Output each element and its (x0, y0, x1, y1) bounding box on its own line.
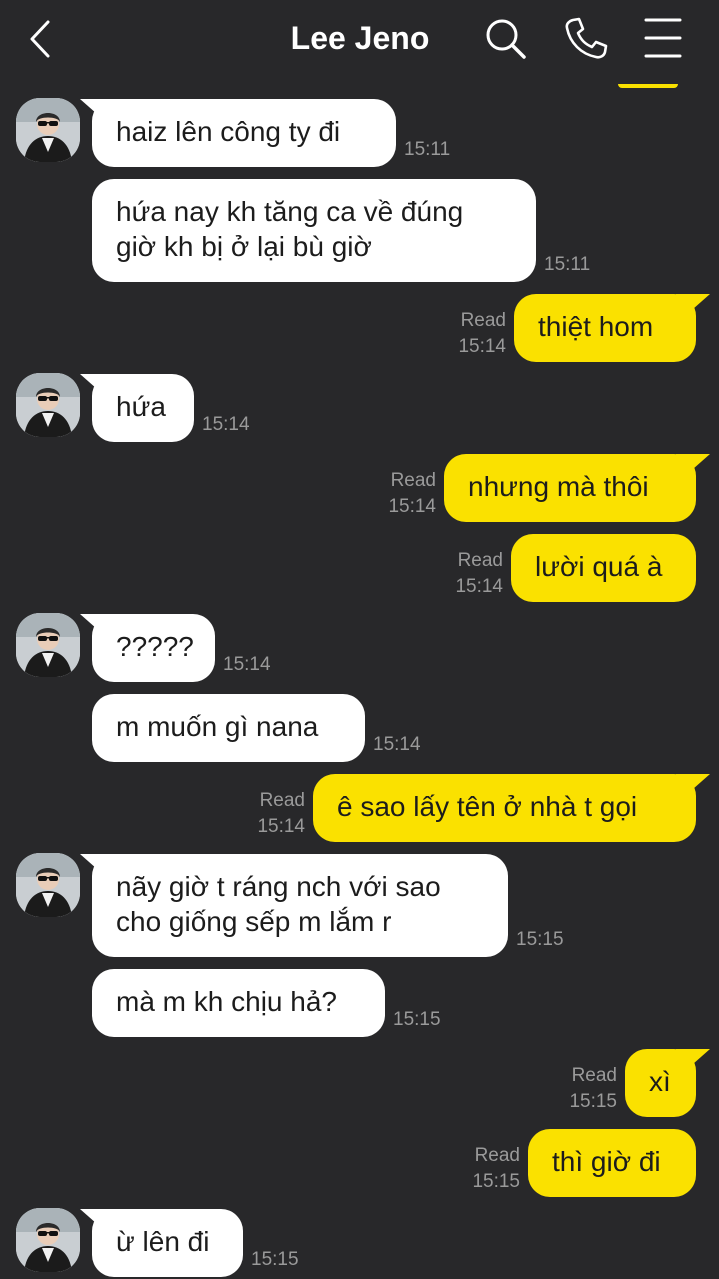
chevron-left-icon (30, 20, 50, 58)
message-bubble[interactable]: nãy giờ t ráng nch với sao cho giống sếp… (80, 854, 508, 957)
message-time: 15:14 (373, 734, 421, 755)
back-button[interactable] (22, 16, 62, 62)
message-bubble[interactable]: lười quá à (511, 534, 696, 602)
message-bubble[interactable]: ê sao lấy tên ở nhà t gọi (313, 774, 710, 842)
menu-button[interactable] (638, 14, 686, 62)
message-text: lười quá à (535, 551, 663, 582)
message-bubble[interactable]: nhưng mà thôi (444, 454, 710, 522)
message-text-line-1: hứa nay kh tăng ca về đúng (116, 196, 464, 227)
read-receipt: Read (390, 470, 436, 491)
message-time: 15:15 (251, 1249, 299, 1270)
message-text-line-1: nãy giờ t ráng nch với sao (116, 871, 441, 902)
message-text: ê sao lấy tên ở nhà t gọi (337, 791, 638, 822)
message-text: thì giờ đi (552, 1146, 661, 1177)
chat-title: Lee Jeno (290, 20, 430, 56)
message-time: 15:11 (404, 139, 451, 160)
message-time: 15:14 (202, 414, 250, 435)
message-bubble[interactable]: ????? (80, 614, 215, 682)
message-bubble[interactable]: thiệt hom (514, 294, 710, 362)
message-text-line-2: cho giống sếp m lắm r (116, 906, 392, 937)
message-text: ừ lên đi (116, 1226, 210, 1257)
menu-icon (644, 18, 682, 58)
message-text: mà m kh chịu hả? (116, 986, 337, 1017)
message-meta: Read 15:14 (455, 548, 503, 600)
message-bubble[interactable]: ừ lên đi (80, 1209, 243, 1277)
read-receipt: Read (457, 550, 503, 571)
message-time: 15:14 (257, 816, 305, 837)
message-text: hứa (116, 391, 166, 422)
message-bubble[interactable]: mà m kh chịu hả? (92, 969, 385, 1037)
message-meta: Read 15:14 (458, 308, 506, 360)
message-bubble[interactable]: hứa nay kh tăng ca về đúng giờ kh bị ở l… (92, 179, 536, 282)
message-text: haiz lên công ty đi (116, 116, 341, 147)
message-time: 15:14 (388, 496, 436, 517)
message-meta: Read 15:14 (388, 468, 436, 520)
message-bubble[interactable]: m muốn gì nana (92, 694, 365, 762)
message-time: 15:14 (458, 336, 506, 357)
message-text: m muốn gì nana (116, 711, 319, 742)
call-button[interactable] (561, 14, 609, 62)
message-bubble[interactable]: haiz lên công ty đi (80, 99, 396, 167)
message-text: nhưng mà thôi (468, 471, 649, 502)
message-time: 15:14 (223, 654, 271, 675)
read-receipt: Read (474, 1145, 520, 1166)
avatar[interactable] (16, 373, 80, 437)
avatar[interactable] (16, 98, 80, 162)
previous-message-bubble-edge (618, 84, 678, 88)
message-bubble[interactable]: thì giờ đi (528, 1129, 696, 1197)
message-bubble[interactable]: hứa (80, 374, 194, 442)
message-meta: Read 15:15 (569, 1063, 617, 1115)
message-time: 15:15 (516, 929, 564, 950)
message-time: 15:11 (544, 254, 591, 275)
message-time: 15:15 (393, 1009, 441, 1030)
message-time: 15:14 (455, 576, 503, 597)
read-receipt: Read (259, 790, 305, 811)
message-bubble[interactable]: xì (625, 1049, 710, 1117)
avatar[interactable] (16, 853, 80, 917)
read-receipt: Read (460, 310, 506, 331)
message-time: 15:15 (569, 1091, 617, 1112)
message-text: ????? (116, 631, 194, 662)
search-button[interactable] (481, 14, 529, 62)
message-time: 15:15 (472, 1171, 520, 1192)
message-text-line-2: giờ kh bị ở lại bù giờ (116, 231, 372, 262)
message-meta: Read 15:15 (472, 1143, 520, 1195)
chat-header: Lee Jeno (0, 0, 719, 80)
message-text: thiệt hom (538, 311, 654, 342)
message-meta: Read 15:14 (257, 788, 305, 840)
search-icon (486, 19, 526, 59)
avatar[interactable] (16, 1208, 80, 1272)
phone-icon (565, 17, 608, 59)
read-receipt: Read (571, 1065, 617, 1086)
message-text: xì (649, 1066, 671, 1097)
avatar[interactable] (16, 613, 80, 677)
